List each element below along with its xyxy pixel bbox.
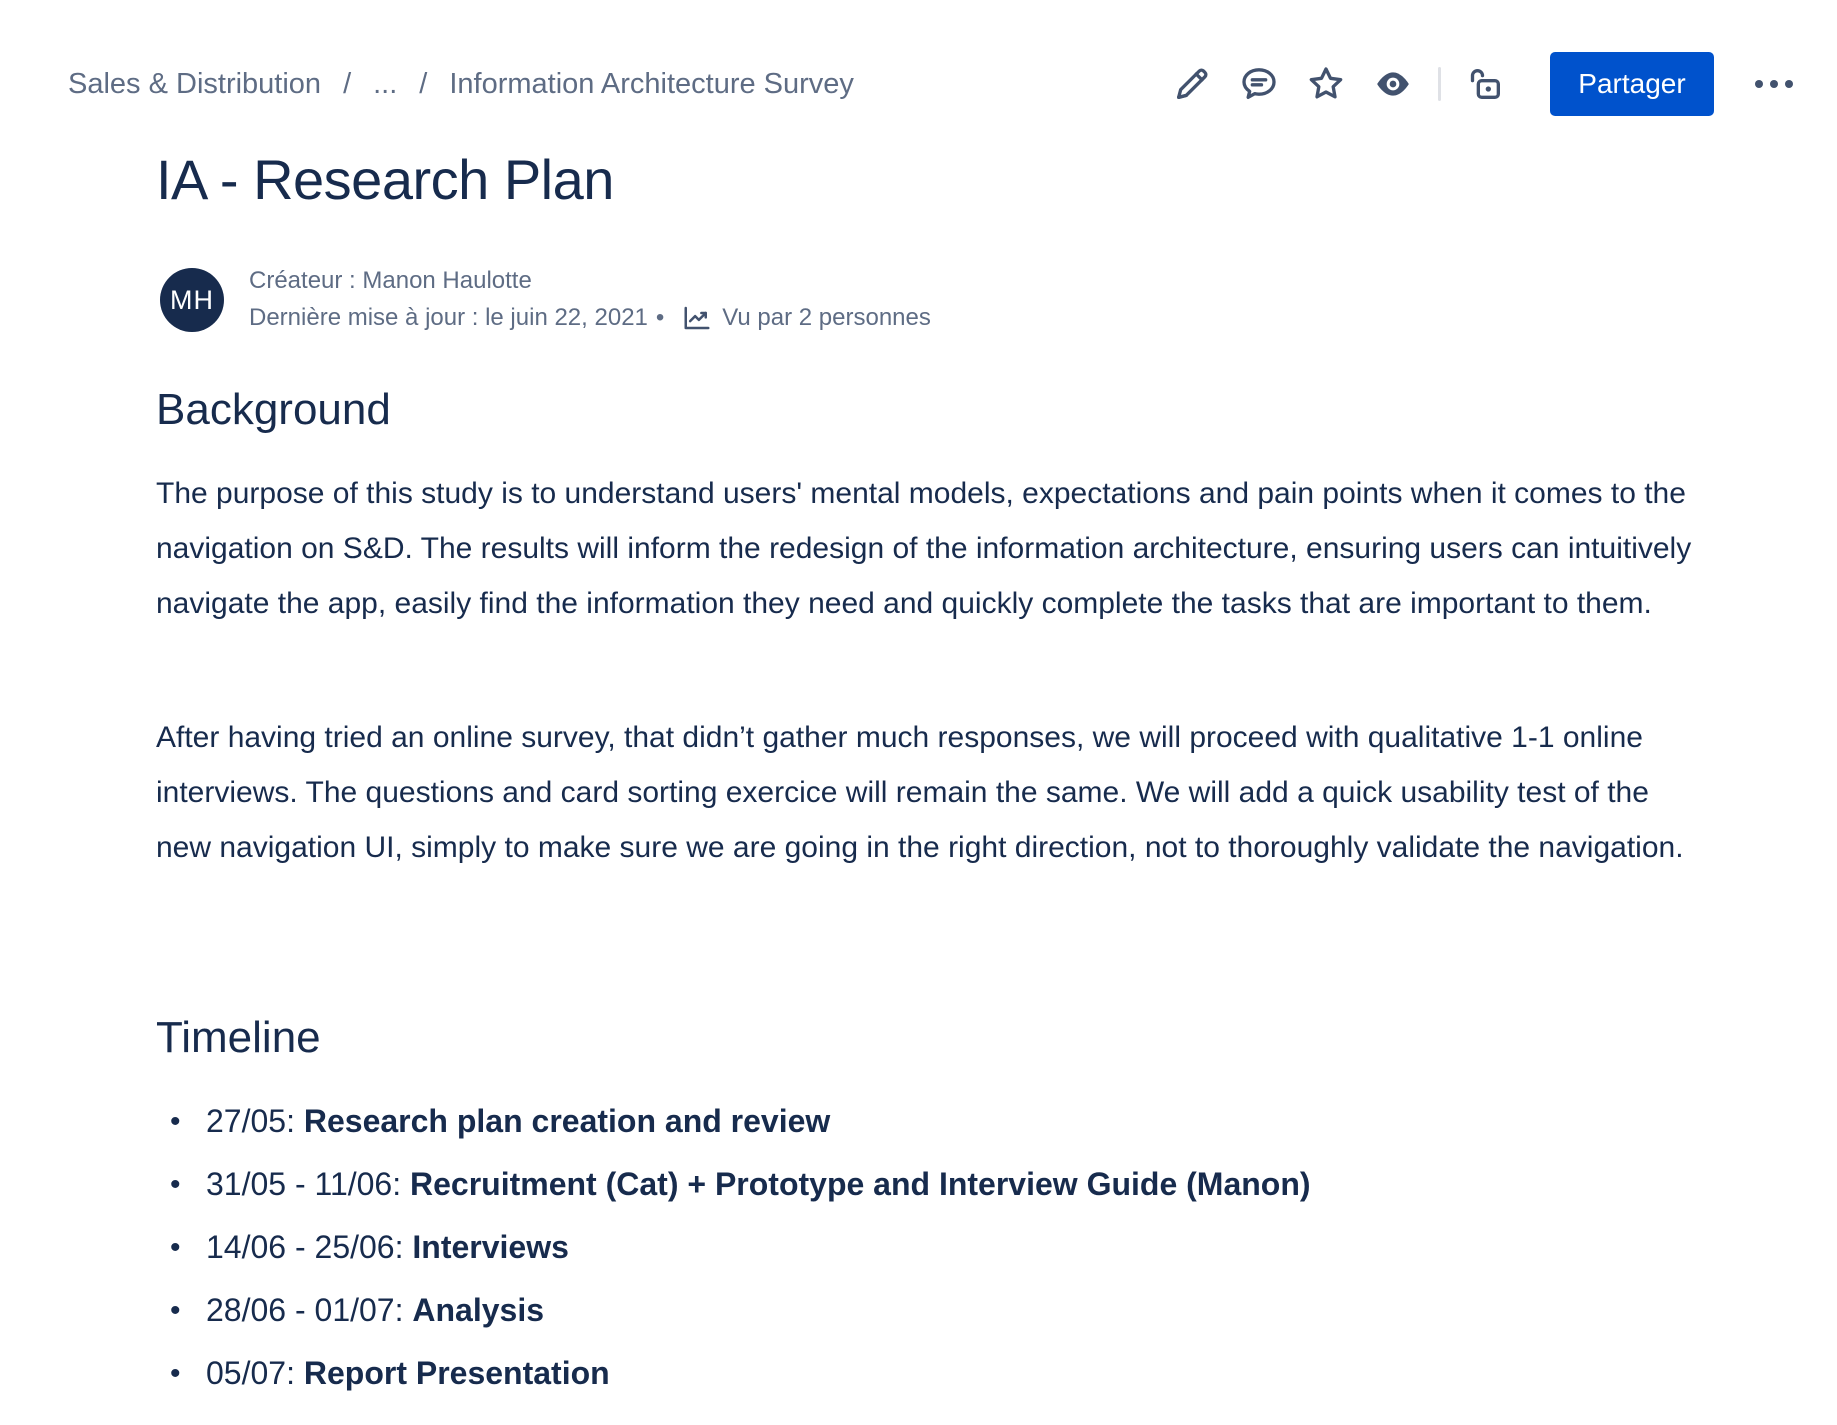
star-button[interactable] [1294,52,1358,116]
avatar[interactable]: MH [160,268,224,332]
meta-separator: • [655,304,665,331]
timeline-date: 28/06 - 01/07: [206,1292,413,1328]
timeline-date: 27/05: [206,1103,304,1139]
timeline-list: 27/05: Research plan creation and review… [156,1090,1311,1405]
list-item: 27/05: Research plan creation and review [156,1090,1311,1153]
creator-row: Créateur : Manon Haulotte [249,262,931,299]
breadcrumb-separator: / [343,68,352,100]
breadcrumb-separator: / [419,68,428,100]
list-item: 31/05 - 11/06: Recruitment (Cat) + Proto… [156,1153,1311,1216]
page-metadata: Créateur : Manon Haulotte Dernière mise … [249,262,931,336]
timeline-date: 14/06 - 25/06: [206,1229,413,1265]
timeline-task: Recruitment (Cat) + Prototype and Interv… [410,1166,1311,1202]
analytics-icon [682,303,712,333]
list-item: 05/07: Report Presentation [156,1342,1311,1405]
timeline-task: Analysis [412,1292,544,1328]
breadcrumb: Sales & Distribution / ... / Information… [68,68,854,101]
more-icon [1755,80,1793,88]
background-paragraph-1: The purpose of this study is to understa… [156,477,1692,620]
last-updated-text[interactable]: Dernière mise à jour : le juin 22, 2021 [249,299,648,336]
page-byline: MH Créateur : Manon Haulotte Dernière mi… [156,262,1696,342]
background-heading: Background [156,385,391,434]
list-item: 14/06 - 25/06: Interviews [156,1216,1311,1279]
page-content: IA - Research Plan MH Créateur : Manon H… [156,140,1696,1405]
edit-icon [1177,68,1208,100]
page-actions: Partager [1160,52,1806,116]
update-row: Dernière mise à jour : le juin 22, 2021 … [249,299,931,336]
timeline-date: 31/05 - 11/06: [206,1166,410,1202]
timeline-task: Interviews [412,1229,569,1265]
comment-button[interactable] [1227,52,1291,116]
share-button[interactable]: Partager [1550,52,1714,116]
unlock-icon [1470,69,1500,99]
restrictions-button[interactable] [1453,52,1517,116]
breadcrumb-ellipsis-link[interactable]: ... [373,68,397,101]
page-title: IA - Research Plan [156,148,614,211]
list-item: 28/06 - 01/07: Analysis [156,1279,1311,1342]
breadcrumb-parent-link[interactable]: Information Architecture Survey [449,68,854,101]
more-actions-button[interactable] [1742,52,1806,116]
comment-icon [1242,68,1276,100]
edit-button[interactable] [1160,52,1224,116]
star-icon [1309,67,1343,99]
creator-text: Créateur : Manon Haulotte [249,267,532,294]
background-paragraph-2: After having tried an online survey, tha… [156,721,1684,864]
timeline-task: Report Presentation [303,1355,610,1391]
watch-button[interactable] [1361,52,1425,116]
breadcrumb-space-link[interactable]: Sales & Distribution [68,68,321,101]
views-count-text[interactable]: Vu par 2 personnes [722,299,931,336]
timeline-date: 05/07: [206,1355,304,1391]
timeline-task: Research plan creation and review [303,1103,831,1139]
watch-icon [1377,72,1409,96]
toolbar-divider [1438,67,1441,101]
timeline-heading: Timeline [156,1013,321,1062]
